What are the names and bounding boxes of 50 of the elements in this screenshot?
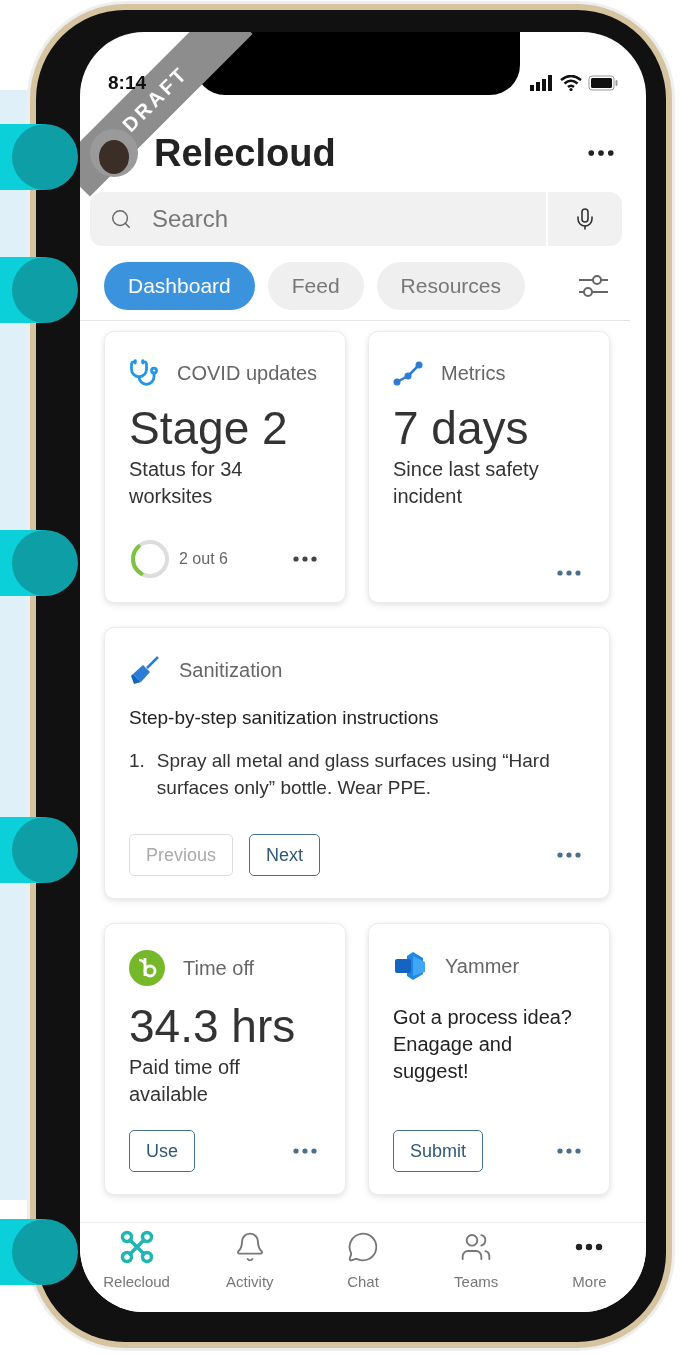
- more-icon: [588, 149, 614, 157]
- progress-label: 2 out 6: [179, 549, 228, 569]
- chat-icon: [347, 1231, 379, 1263]
- card-title: Yammer: [445, 954, 520, 979]
- card-heading: Step-by-step sanitization instructions: [129, 706, 440, 730]
- filter-icon: [578, 272, 608, 300]
- card-title: Time off: [183, 956, 255, 981]
- wifi-icon: [560, 75, 582, 91]
- nav-item[interactable]: More: [532, 1223, 646, 1312]
- card-button[interactable]: Submit: [393, 1130, 484, 1172]
- stat-value: 34.3 hrs: [129, 999, 297, 1054]
- nav-item[interactable]: Relecloud: [80, 1223, 194, 1312]
- more-icon: [293, 556, 317, 562]
- tab[interactable]: Resources: [376, 262, 525, 310]
- line-chart-icon: [393, 360, 423, 386]
- nav-item[interactable]: Activity: [193, 1223, 307, 1312]
- more-icon: [557, 852, 581, 858]
- step-number: 1.: [129, 748, 145, 773]
- stat-value: 7 days: [393, 401, 530, 456]
- more-icon: [293, 1148, 317, 1154]
- search-field[interactable]: Search: [152, 201, 546, 237]
- search-bar[interactable]: Search: [90, 192, 622, 246]
- stat-caption: Status for 34 worksites: [129, 457, 244, 509]
- card-title: Sanitization: [179, 658, 283, 683]
- signal-icon: [530, 75, 554, 91]
- nav-item[interactable]: Teams: [419, 1223, 533, 1312]
- tab[interactable]: Feed: [267, 262, 364, 310]
- stat-caption: Since last safety incident: [393, 457, 540, 509]
- broom-icon: [129, 654, 161, 686]
- search-icon: [110, 208, 132, 230]
- app-logo-icon: [393, 950, 427, 982]
- tab[interactable]: Dashboard: [104, 262, 255, 310]
- card-title: Metrics: [441, 361, 506, 386]
- card-button[interactable]: Use: [129, 1130, 195, 1172]
- stat-value: Stage 2: [129, 401, 289, 456]
- nav-item[interactable]: Chat: [306, 1223, 420, 1312]
- drone-icon: [119, 1230, 154, 1264]
- leaf-logo-icon: [129, 950, 165, 986]
- card-button[interactable]: Next: [249, 834, 321, 876]
- battery-icon: [588, 75, 618, 91]
- stethoscope-icon: [129, 358, 159, 388]
- more-icon: [557, 1148, 581, 1154]
- card-title: COVID updates: [177, 361, 318, 386]
- more-icon: [557, 570, 581, 576]
- stat-caption: Paid time off available: [129, 1055, 241, 1107]
- filter-button[interactable]: [578, 272, 608, 300]
- step-text: Spray all metal and glass surfaces using “Hard surfaces only” bottle. Wear PPE.: [156, 748, 551, 800]
- more-icon: [575, 1243, 604, 1251]
- card-message: Got a process idea? Enagage and suggest!: [393, 1005, 573, 1084]
- team-icon: [460, 1231, 493, 1263]
